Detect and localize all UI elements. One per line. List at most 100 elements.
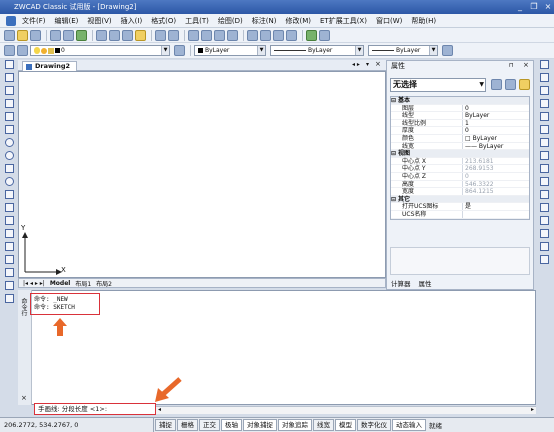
cut-icon[interactable] <box>96 29 107 41</box>
chamfer-tool-icon[interactable] <box>539 229 549 238</box>
property-row[interactable]: 颜色 □ ByLayer <box>391 134 529 143</box>
property-value[interactable]: 0 <box>463 127 469 134</box>
menu-et-tools[interactable]: ET扩展工具(X) <box>320 16 367 26</box>
menu-tools[interactable]: 工具(T) <box>185 16 209 26</box>
close-icon[interactable]: × <box>523 61 529 69</box>
array-tool-icon[interactable] <box>539 112 549 121</box>
menu-edit[interactable]: 编辑(E) <box>55 16 79 26</box>
fillet-tool-icon[interactable] <box>539 242 549 251</box>
property-row[interactable]: 厚度 0 <box>391 127 529 135</box>
polygon-tool-icon[interactable] <box>4 99 14 108</box>
print-preview-icon[interactable] <box>63 29 74 41</box>
mtext-tool-icon[interactable] <box>4 294 14 303</box>
line-tool-icon[interactable] <box>4 60 14 69</box>
lineweight-dropdown[interactable]: ByLayer ▼ <box>368 45 438 56</box>
zoom-window-icon[interactable] <box>214 29 225 41</box>
zoom-previous-icon[interactable] <box>227 29 238 41</box>
design-center-icon[interactable] <box>260 29 271 41</box>
property-value[interactable]: 是 <box>463 203 471 210</box>
property-value[interactable]: 546.3322 <box>463 181 494 188</box>
redo-icon[interactable] <box>168 29 179 41</box>
model-toggle[interactable]: 模型 <box>335 419 356 431</box>
close-button[interactable]: × <box>542 2 554 12</box>
rotate-tool-icon[interactable] <box>539 138 549 147</box>
polar-toggle[interactable]: 极轴 <box>221 419 242 431</box>
lineweight-toggle[interactable]: 线宽 <box>313 419 334 431</box>
copy-tool-icon[interactable] <box>539 73 549 82</box>
offset-tool-icon[interactable] <box>539 99 549 108</box>
join-tool-icon[interactable] <box>539 216 549 225</box>
menu-draw[interactable]: 绘图(D) <box>218 16 243 26</box>
property-row[interactable]: 打开UCS图标是 <box>391 203 529 211</box>
circle-tool-icon[interactable] <box>4 138 14 147</box>
menu-help[interactable]: 帮助(H) <box>411 16 436 26</box>
move-tool-icon[interactable] <box>539 125 549 134</box>
menu-insert[interactable]: 插入(I) <box>121 16 143 26</box>
insert-block-icon[interactable] <box>4 203 14 212</box>
tab-properties[interactable]: 属性 <box>419 278 432 288</box>
property-row[interactable]: 中心点 Y 268.9153 <box>391 165 529 173</box>
mirror-tool-icon[interactable] <box>539 86 549 95</box>
new-file-icon[interactable] <box>4 29 15 41</box>
property-value[interactable]: 213.6181 <box>463 158 494 165</box>
chevron-down-icon[interactable]: ▾ <box>366 61 369 68</box>
properties-icon[interactable] <box>247 29 258 41</box>
tab-nav-arrows-icon[interactable]: |◂ ◂ ▸ ▸| <box>23 280 45 287</box>
selection-dropdown[interactable]: 无选择 ▼ <box>390 78 486 92</box>
ortho-toggle[interactable]: 正交 <box>199 419 220 431</box>
stretch-tool-icon[interactable] <box>539 164 549 173</box>
table-tool-icon[interactable] <box>4 281 14 290</box>
tab-layout2[interactable]: 布局2 <box>96 279 112 288</box>
select-objects-icon[interactable] <box>505 79 516 90</box>
region-tool-icon[interactable] <box>4 268 14 277</box>
pan-icon[interactable] <box>188 29 199 41</box>
command-scrollbar[interactable]: ◂ ▸ <box>156 406 536 414</box>
property-value[interactable]: ByLayer <box>463 112 489 119</box>
pin-icon[interactable]: ⊓ <box>509 62 514 69</box>
menu-file[interactable]: 文件(F) <box>22 16 46 26</box>
plot-style-icon[interactable] <box>442 45 453 56</box>
open-file-icon[interactable] <box>17 29 28 41</box>
layer-dropdown[interactable]: 0 ▼ <box>30 45 170 56</box>
osnap-toggle[interactable]: 对象捕捉 <box>243 419 277 431</box>
property-value[interactable]: 0 <box>463 173 469 180</box>
donut-tool-icon[interactable] <box>4 151 14 160</box>
layer-manager-icon[interactable] <box>286 29 297 41</box>
menu-dimension[interactable]: 标注(N) <box>252 16 277 26</box>
menu-window[interactable]: 窗口(W) <box>376 16 402 26</box>
property-row[interactable]: UCS名称 <box>391 210 529 219</box>
menu-modify[interactable]: 修改(M) <box>285 16 311 26</box>
tool-palette-icon[interactable] <box>273 29 284 41</box>
property-value[interactable]: □ ByLayer <box>463 135 497 142</box>
toggle-pickadd-icon[interactable] <box>491 79 502 90</box>
paste-icon[interactable] <box>122 29 133 41</box>
property-value[interactable]: 1 <box>463 120 469 127</box>
drawing-canvas[interactable]: Y X <box>18 71 386 278</box>
property-row[interactable]: 线型 ByLayer <box>391 112 529 120</box>
arc-tool-icon[interactable] <box>4 125 14 134</box>
xline-tool-icon[interactable] <box>4 73 14 82</box>
save-icon[interactable] <box>30 29 41 41</box>
break-tool-icon[interactable] <box>539 203 549 212</box>
snap-toggle[interactable]: 捕捉 <box>155 419 176 431</box>
property-row[interactable]: 线宽 —— ByLayer <box>391 142 529 151</box>
chevron-left-icon[interactable]: ◂ <box>158 406 161 413</box>
property-category[interactable]: ⊟ 视图 <box>391 150 529 158</box>
property-value[interactable]: 268.9153 <box>463 165 494 172</box>
hatch-tool-icon[interactable] <box>4 242 14 251</box>
extend-tool-icon[interactable] <box>539 190 549 199</box>
rectangle-tool-icon[interactable] <box>4 112 14 121</box>
close-icon[interactable]: × <box>21 394 27 402</box>
help-icon[interactable] <box>319 29 330 41</box>
quick-select-icon[interactable] <box>519 79 530 90</box>
make-object-layer-current-icon[interactable] <box>174 45 185 56</box>
copy-icon[interactable] <box>109 29 120 41</box>
spline-tool-icon[interactable] <box>4 164 14 173</box>
tab-scroll-arrows-icon[interactable]: ◂ ▸ <box>352 61 360 68</box>
minimize-button[interactable]: _ <box>514 2 526 12</box>
restore-button[interactable]: ❐ <box>528 2 540 12</box>
publish-icon[interactable] <box>76 29 87 41</box>
property-value[interactable] <box>463 211 465 218</box>
polyline-tool-icon[interactable] <box>4 86 14 95</box>
ellipse-tool-icon[interactable] <box>4 177 14 186</box>
